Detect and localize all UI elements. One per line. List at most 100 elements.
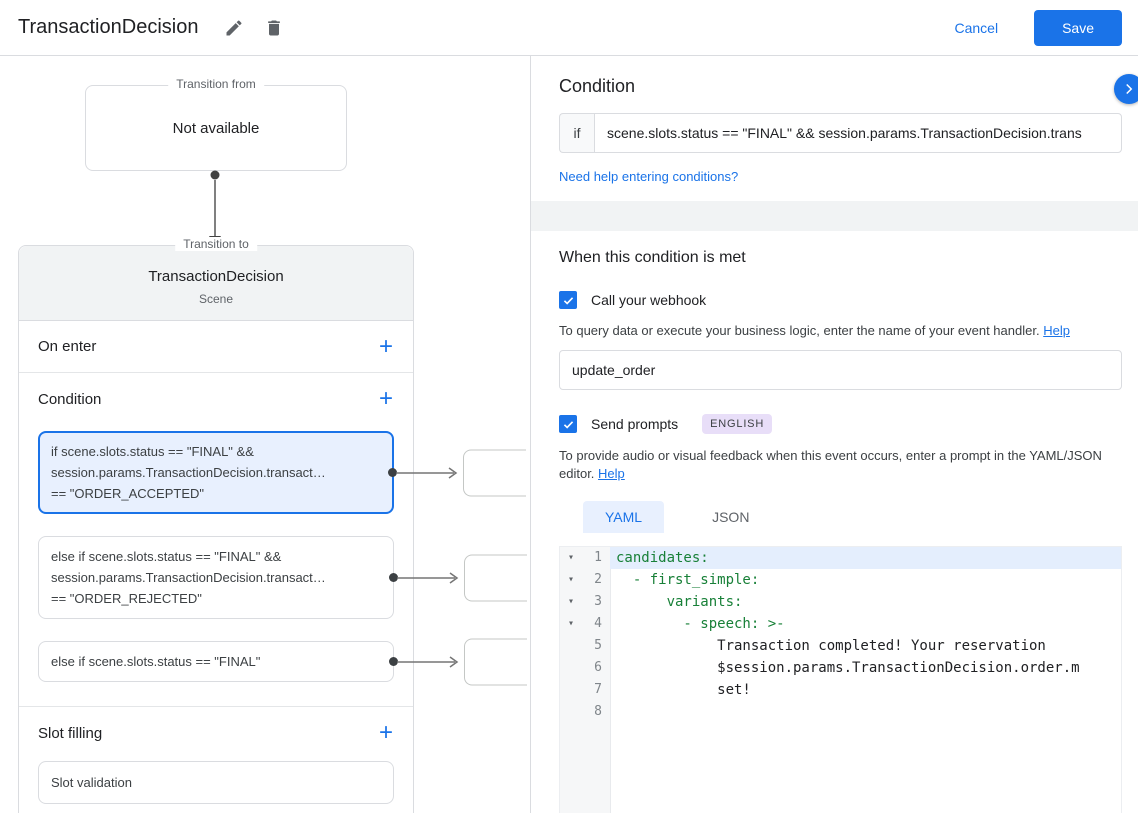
line-number: 3 <box>594 594 602 609</box>
if-label: if <box>559 113 594 153</box>
on-enter-row[interactable]: On enter + <box>19 321 413 373</box>
webhook-help-link[interactable]: Help <box>1043 323 1070 338</box>
webhook-checkbox[interactable] <box>559 291 577 309</box>
condition-cards: if scene.slots.status == "FINAL" && sess… <box>19 431 527 685</box>
prompts-check-row: Send prompts ENGLISH <box>559 414 1122 434</box>
header-actions: Cancel Save <box>944 9 1122 46</box>
code-line[interactable]: 8 <box>560 701 1121 723</box>
code-line[interactable]: ▾ 2 - first_simple: <box>560 569 1121 591</box>
code-line[interactable]: 5 Transaction completed! Your reservatio… <box>560 635 1121 657</box>
save-button[interactable]: Save <box>1034 9 1122 46</box>
cancel-button[interactable]: Cancel <box>944 12 1008 44</box>
webhook-label: Call your webhook <box>591 292 707 308</box>
prompts-description: To provide audio or visual feedback when… <box>559 447 1122 483</box>
transition-from-content: Not available <box>172 119 260 137</box>
slot-validation-card[interactable]: Slot validation <box>38 761 394 804</box>
collapse-panel-button[interactable] <box>1114 74 1138 104</box>
line-number: 4 <box>594 616 602 631</box>
yaml-editor[interactable]: ▾ 1 candidates: ▾ 2 - first_simple: ▾ 3 varian… <box>559 546 1122 813</box>
target-scene-stub[interactable] <box>463 449 526 496</box>
line-number: 5 <box>594 638 602 653</box>
event-handler-input[interactable] <box>559 350 1122 390</box>
trash-icon <box>268 20 281 35</box>
condition-card[interactable]: if scene.slots.status == "FINAL" && sess… <box>38 431 526 514</box>
app: TransactionDecision Cancel Save Transiti… <box>0 0 1138 813</box>
code-line[interactable]: ▾ 4 - speech: >- <box>560 613 1121 635</box>
tab-yaml[interactable]: YAML <box>583 501 665 533</box>
pencil-icon <box>226 19 242 35</box>
condition-card[interactable]: else if scene.slots.status == "FINAL" &&… <box>38 536 527 619</box>
condition-card-text: else if scene.slots.status == "FINAL" <box>51 654 261 669</box>
condition-expression-row: if <box>559 113 1122 153</box>
header: TransactionDecision Cancel Save <box>0 0 1138 56</box>
line-number: 1 <box>594 550 602 565</box>
scene-header[interactable]: TransactionDecision Scene <box>19 246 413 321</box>
tab-json[interactable]: JSON <box>690 501 771 533</box>
target-scene-stub[interactable] <box>464 638 527 685</box>
add-condition-button[interactable]: + <box>369 387 403 411</box>
target-scene-stub[interactable] <box>464 554 527 601</box>
send-prompts-label: Send prompts <box>591 416 679 432</box>
prompts-description-text: To provide audio or visual feedback when… <box>559 448 1102 481</box>
condition-card-text: if scene.slots.status == "FINAL" && sess… <box>51 444 326 501</box>
fold-arrow-icon[interactable]: ▾ <box>560 591 582 613</box>
prompts-help-link[interactable]: Help <box>598 466 625 481</box>
condition-card[interactable]: else if scene.slots.status == "FINAL" <box>38 638 527 685</box>
conditions-help-link[interactable]: Need help entering conditions? <box>559 169 738 184</box>
transition-from-label: Transition from <box>168 77 264 91</box>
chevron-right-icon <box>1126 83 1133 95</box>
code-line[interactable]: 6 $session.params.TransactionDecision.or… <box>560 657 1121 679</box>
on-enter-title: On enter <box>38 338 97 355</box>
edit-title-button[interactable] <box>218 12 250 44</box>
transition-to-label: Transition to <box>175 237 257 251</box>
slot-filling-title: Slot filling <box>38 724 103 742</box>
check-icon <box>563 296 573 305</box>
condition-section-title: Condition <box>38 390 102 408</box>
slot-filling-row[interactable]: Slot filling + <box>19 707 413 759</box>
condition-section: Condition + if scene.slots.status == "FI… <box>19 373 527 707</box>
condition-editor-panel: Condition if Need help entering conditio… <box>530 56 1138 813</box>
language-badge: ENGLISH <box>702 414 773 434</box>
fold-arrow-icon[interactable]: ▾ <box>560 569 582 591</box>
editor-tabs: YAML JSON <box>583 501 1122 533</box>
when-met-title: When this condition is met <box>559 249 746 266</box>
code-text: $session.params.TransactionDecision.orde… <box>616 660 1080 676</box>
webhook-description-text: To query data or execute your business l… <box>559 323 1040 338</box>
fold-arrow-icon[interactable]: ▾ <box>560 547 582 569</box>
code-text: candidates: <box>616 550 709 566</box>
panel-title: Condition <box>559 76 636 96</box>
panel-title-row: Condition <box>559 76 1122 97</box>
condition-section-row[interactable]: Condition + <box>19 373 413 425</box>
code-line[interactable]: 7 set! <box>560 679 1121 701</box>
fold-arrow-icon[interactable]: ▾ <box>560 613 582 635</box>
page-title: TransactionDecision <box>18 16 199 38</box>
code-text: Transaction completed! Your reservation <box>616 638 1046 654</box>
check-icon <box>563 420 573 429</box>
send-prompts-checkbox[interactable] <box>559 415 577 433</box>
transition-from-box: Transition from Not available <box>85 77 347 171</box>
code-text: - speech: >- <box>616 616 785 632</box>
code-text: - first_simple: <box>616 572 760 588</box>
connector-arrow-icon <box>397 655 459 668</box>
conditions-help-row: Need help entering conditions? <box>559 168 1122 186</box>
code-text: set! <box>616 682 751 698</box>
line-number: 6 <box>594 660 602 675</box>
add-on-enter-button[interactable]: + <box>369 334 403 359</box>
scene-name: TransactionDecision <box>148 268 284 285</box>
line-number: 7 <box>594 682 602 697</box>
code-line[interactable]: ▾ 3 variants: <box>560 591 1121 613</box>
condition-expression-input[interactable] <box>594 113 1122 153</box>
code-line[interactable]: ▾ 1 candidates: <box>560 547 1121 569</box>
add-slot-button[interactable]: + <box>369 721 403 745</box>
delete-scene-button[interactable] <box>258 12 290 44</box>
title-group: TransactionDecision <box>18 12 298 44</box>
connector-arrow-icon <box>397 571 459 584</box>
webhook-check-row: Call your webhook <box>559 291 1122 309</box>
section-divider <box>531 201 1138 231</box>
webhook-description: To query data or execute your business l… <box>559 322 1122 340</box>
condition-card-text: else if scene.slots.status == "FINAL" &&… <box>51 549 326 606</box>
